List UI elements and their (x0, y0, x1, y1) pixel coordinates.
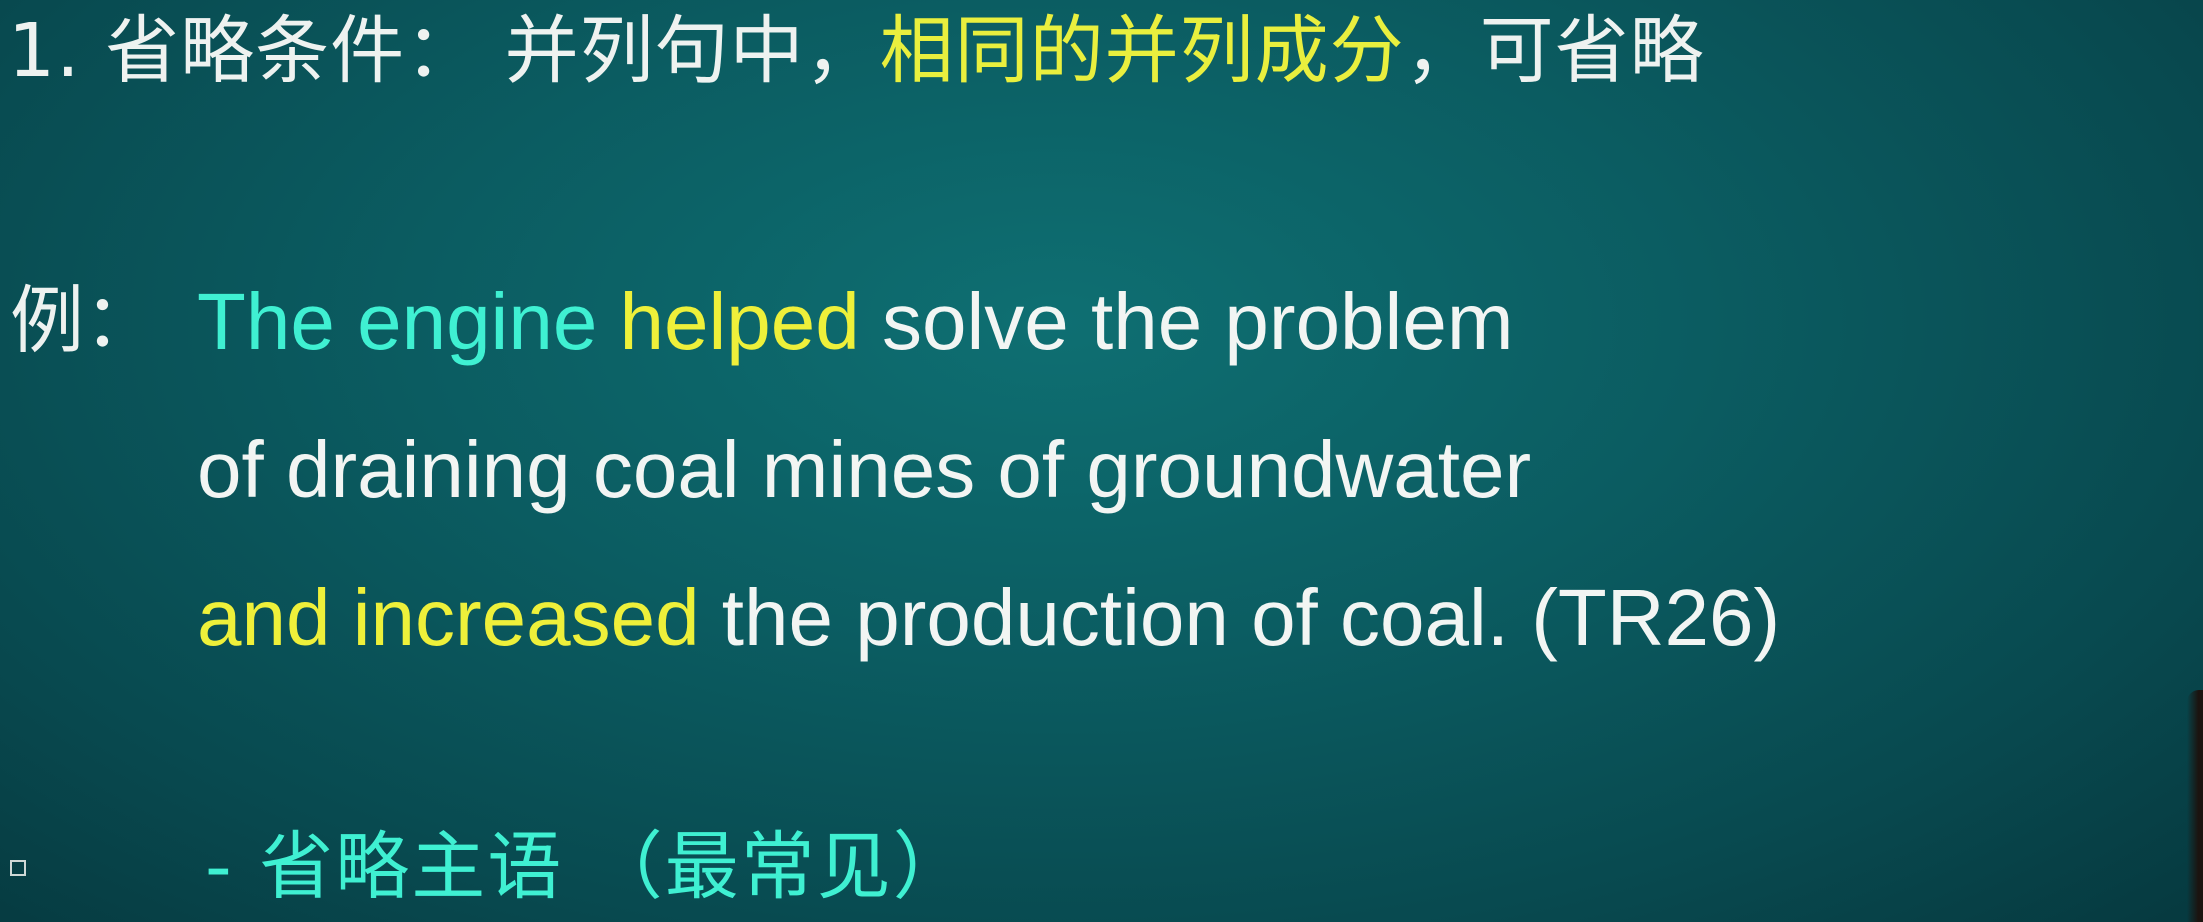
presenter-edge-shadow (2187, 690, 2203, 922)
heading-number: 1. (8, 8, 106, 94)
sentence-line-3-rest: the production of coal. (TR26) (699, 573, 1781, 662)
bullet-square-icon (10, 860, 26, 876)
sentence-verb-helped: helped (619, 277, 860, 366)
sentence-line-1-rest: solve the problem (859, 277, 1514, 366)
example-sentence-line-2: of draining coal mines of groundwater (197, 425, 1532, 514)
example-label: 例： (10, 278, 158, 364)
example-sentence-line-1: The engine helped solve the problem (197, 282, 1513, 362)
heading-text: 并列句中， (480, 8, 880, 94)
example-sentence-line-3: and increased the production of coal. (T… (197, 578, 1780, 658)
sub-point-omit-subject: - 省略主语 （最常见） (205, 824, 969, 910)
slide-heading: 1. 省略条件： 并列句中，相同的并列成分，可省略 (8, 14, 1705, 88)
sentence-verb-increased: and increased (197, 573, 700, 662)
sentence-subject: The engine (197, 277, 620, 366)
heading-label: 省略条件： (105, 8, 481, 94)
lecture-slide: 1. 省略条件： 并列句中，相同的并列成分，可省略 例： The engine … (0, 0, 2203, 922)
heading-text-end: ，可省略 (1404, 8, 1705, 94)
heading-highlight: 相同的并列成分 (879, 8, 1405, 94)
